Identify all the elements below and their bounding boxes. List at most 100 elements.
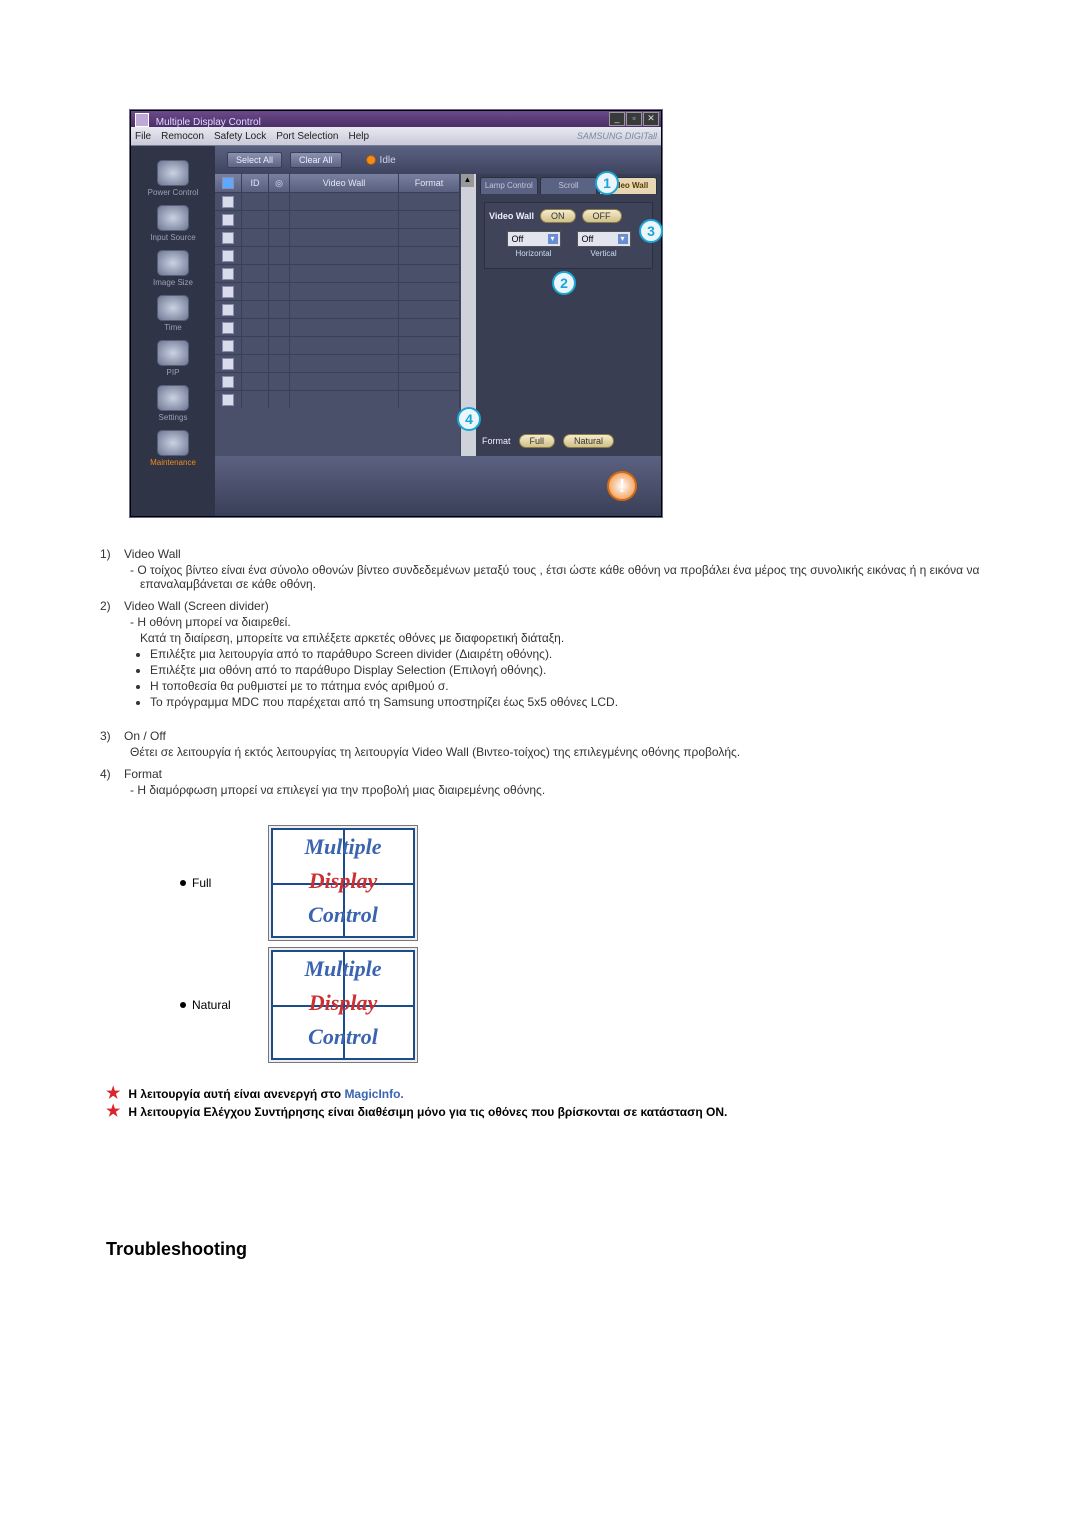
grid-toolbar: Select All Clear All Idle — [215, 146, 661, 174]
table-row[interactable] — [215, 210, 460, 228]
footnotes: ★ Η λειτουργία αυτή είναι ανενεργή στο M… — [106, 1087, 1006, 1119]
vertical-label: Vertical — [590, 249, 616, 258]
tab-scroll[interactable]: Scroll — [540, 177, 598, 194]
app-body: Power Control Input Source Image Size Ti… — [131, 146, 661, 516]
sidebar-item-time[interactable]: Time — [143, 295, 203, 332]
row-checkbox[interactable] — [222, 232, 234, 244]
explain-1-text: - Ο τοίχος βίντεο είναι ένα σύνολο οθονώ… — [124, 563, 1020, 591]
table-row[interactable] — [215, 246, 460, 264]
table-row[interactable] — [215, 390, 460, 408]
sidebar-item-pip[interactable]: PIP — [143, 340, 203, 377]
thumb-natural-image: Multiple Display Control — [268, 947, 418, 1063]
col-format: Format — [399, 174, 460, 192]
explain-3: 3) On / Off Θέτει σε λειτουργία ή εκτός … — [100, 729, 1020, 761]
select-all-button[interactable]: Select All — [227, 152, 282, 168]
sidebar-item-input-source[interactable]: Input Source — [143, 205, 203, 242]
display-grid: ID ◎ Video Wall Format — [215, 174, 460, 456]
row-checkbox[interactable] — [222, 196, 234, 208]
sidebar-item-maintenance[interactable]: Maintenance — [143, 430, 203, 467]
video-wall-off-button[interactable]: OFF — [582, 209, 622, 223]
bottom-bar: ! — [215, 456, 661, 516]
heading-troubleshooting: Troubleshooting — [106, 1239, 1060, 1260]
sidebar-item-image-size[interactable]: Image Size — [143, 250, 203, 287]
menu-port-selection[interactable]: Port Selection — [276, 131, 338, 142]
table-row[interactable] — [215, 192, 460, 210]
menu-bar: File Remocon Safety Lock Port Selection … — [131, 127, 661, 146]
table-row[interactable] — [215, 372, 460, 390]
clear-all-button[interactable]: Clear All — [290, 152, 342, 168]
row-checkbox[interactable] — [222, 322, 234, 334]
close-button[interactable]: ✕ — [643, 112, 659, 126]
video-wall-on-button[interactable]: ON — [540, 209, 576, 223]
explain-2-title: Video Wall (Screen divider) — [124, 599, 618, 613]
scroll-up-icon[interactable]: ▲ — [461, 174, 474, 187]
format-thumbnails: Full Multiple Display Control Natural Mu… — [180, 825, 1060, 1063]
main-area: Select All Clear All Idle ID ◎ Video Wal… — [215, 146, 661, 516]
window-buttons[interactable]: _ ▫ ✕ — [609, 112, 659, 126]
tab-lamp-control[interactable]: Lamp Control — [480, 177, 538, 194]
bullet-icon — [180, 1002, 186, 1008]
row-checkbox[interactable] — [222, 340, 234, 352]
panel-tabs: Lamp Control Scroll Video Wall — [476, 174, 661, 194]
grid-rows — [215, 192, 460, 408]
minimize-button[interactable]: _ — [609, 112, 625, 126]
explain-3-title: On / Off — [124, 729, 740, 743]
grid-header: ID ◎ Video Wall Format — [215, 174, 460, 192]
table-row[interactable] — [215, 282, 460, 300]
table-row[interactable] — [215, 354, 460, 372]
row-checkbox[interactable] — [222, 358, 234, 370]
title-bar: Multiple Display Control _ ▫ ✕ — [131, 111, 661, 127]
table-row[interactable] — [215, 228, 460, 246]
footnote-1: ★ Η λειτουργία αυτή είναι ανενεργή στο M… — [106, 1087, 1006, 1101]
table-row[interactable] — [215, 300, 460, 318]
footnote-2: ★ Η λειτουργία Ελέγχου Συντήρησης είναι … — [106, 1105, 1006, 1119]
maximize-button[interactable]: ▫ — [626, 112, 642, 126]
explain-1: 1) Video Wall - Ο τοίχος βίντεο είναι έν… — [100, 547, 1020, 593]
row-checkbox[interactable] — [222, 214, 234, 226]
menu-file[interactable]: File — [135, 131, 151, 142]
row-checkbox[interactable] — [222, 304, 234, 316]
app-icon — [135, 113, 149, 127]
format-row: Format Full Natural — [482, 434, 655, 448]
explain-4-title: Format — [124, 767, 545, 781]
menu-help[interactable]: Help — [348, 131, 369, 142]
format-full-button[interactable]: Full — [519, 434, 556, 448]
star-icon: ★ — [106, 1105, 120, 1119]
title-text: Multiple Display Control — [156, 117, 261, 128]
video-wall-label: Video Wall — [489, 211, 534, 221]
explain-2: 2) Video Wall (Screen divider) - Η οθόνη… — [100, 599, 1020, 711]
row-checkbox[interactable] — [222, 394, 234, 406]
row-checkbox[interactable] — [222, 268, 234, 280]
right-panel: Lamp Control Scroll Video Wall Video Wal… — [476, 174, 661, 456]
row-checkbox[interactable] — [222, 286, 234, 298]
table-row[interactable] — [215, 336, 460, 354]
menu-safety-lock[interactable]: Safety Lock — [214, 131, 266, 142]
table-row[interactable] — [215, 264, 460, 282]
callout-3: 3 — [639, 219, 663, 243]
divider-dropdowns: Off▾ Horizontal Off▾ Vertical — [489, 231, 648, 258]
callout-1: 1 — [595, 171, 619, 195]
thumb-full: Full Multiple Display Control — [180, 825, 1060, 941]
row-checkbox[interactable] — [222, 376, 234, 388]
alert-icon: ! — [607, 471, 637, 501]
horizontal-select[interactable]: Off▾ — [507, 231, 561, 247]
row-checkbox[interactable] — [222, 250, 234, 262]
app-window: Multiple Display Control _ ▫ ✕ File Remo… — [130, 110, 662, 517]
pip-icon — [157, 340, 189, 366]
settings-icon — [157, 385, 189, 411]
image-size-icon — [157, 250, 189, 276]
chevron-down-icon: ▾ — [548, 234, 558, 244]
idle-dot-icon — [366, 155, 376, 165]
header-checkbox[interactable] — [222, 177, 234, 189]
table-row[interactable] — [215, 318, 460, 336]
menu-remocon[interactable]: Remocon — [161, 131, 204, 142]
sidebar-item-power-control[interactable]: Power Control — [143, 160, 203, 197]
format-natural-button[interactable]: Natural — [563, 434, 614, 448]
vertical-select[interactable]: Off▾ — [577, 231, 631, 247]
power-icon — [157, 160, 189, 186]
video-wall-panel: Video Wall ON OFF Off▾ Horizontal — [484, 202, 653, 269]
explain-1-title: Video Wall — [124, 547, 1020, 561]
sidebar-item-settings[interactable]: Settings — [143, 385, 203, 422]
explanations: 1) Video Wall - Ο τοίχος βίντεο είναι έν… — [100, 547, 1020, 799]
input-icon — [157, 205, 189, 231]
